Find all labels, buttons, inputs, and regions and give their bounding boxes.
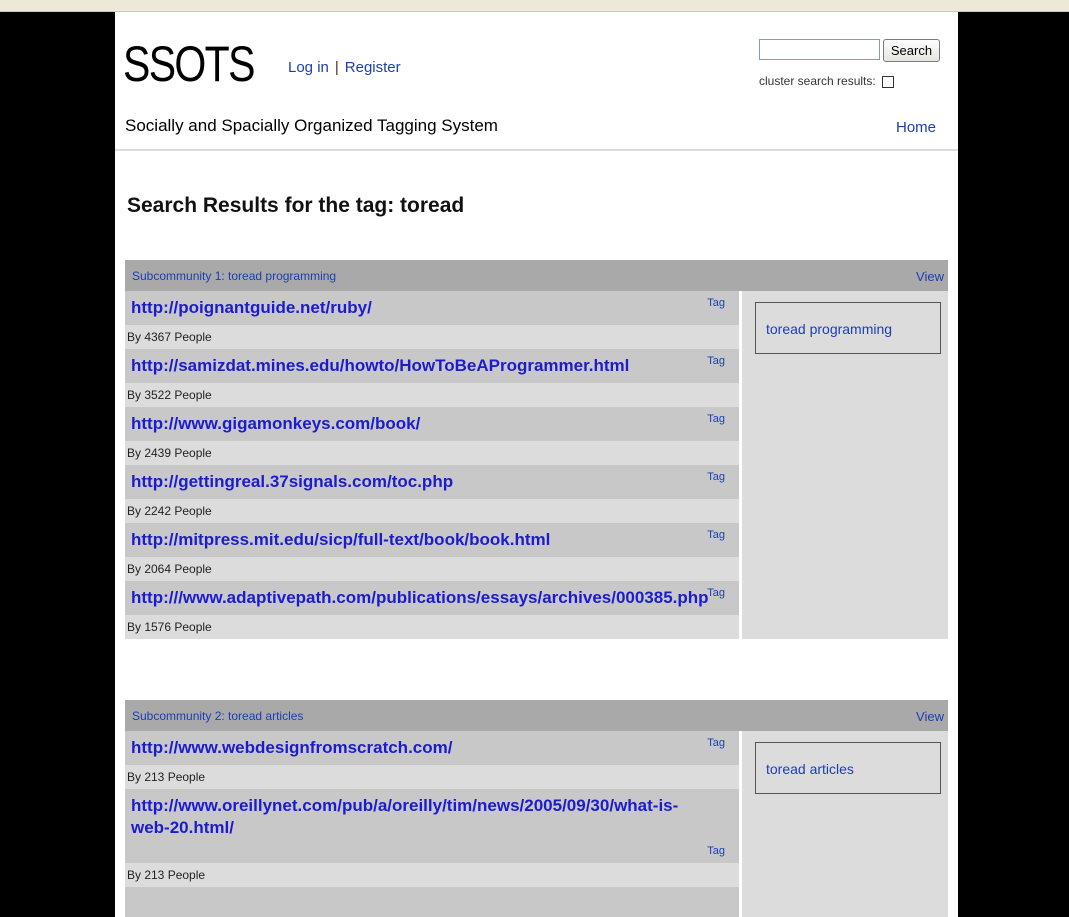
people-count: By 213 People — [125, 765, 739, 789]
result-row: http:///www.adaptivepath.com/publication… — [125, 581, 739, 615]
group-title-link[interactable]: Subcommunity 2: toread articles — [132, 709, 303, 723]
result-link[interactable]: http://www.oreillynet.com/pub/a/oreilly/… — [131, 795, 699, 857]
home-link[interactable]: Home — [896, 119, 936, 136]
result-row: http://mitpress.mit.edu/sicp/full-text/b… — [125, 523, 739, 557]
people-count: By 4367 People — [125, 325, 739, 349]
tag-link[interactable]: Tag — [707, 737, 725, 749]
site-logo[interactable]: SSOTS — [123, 34, 255, 94]
results-title: Search Results for the tag: toread — [127, 194, 465, 217]
auth-links: Log in | Register — [288, 59, 401, 76]
people-count: By 2064 People — [125, 557, 739, 581]
result-row: http://www.webdesignfromscratch.com/ Tag — [125, 731, 739, 765]
result-link[interactable]: http://gettingreal.37signals.com/toc.php — [131, 471, 453, 493]
result-link[interactable]: http:///www.adaptivepath.com/publication… — [131, 587, 709, 609]
people-count: By 2439 People — [125, 441, 739, 465]
search-button[interactable]: Search — [883, 39, 940, 62]
login-link[interactable]: Log in — [288, 59, 329, 76]
result-item: http://mitpress.mit.edu/sicp/full-text/b… — [125, 523, 739, 581]
result-list: http://www.webdesignfromscratch.com/ Tag… — [125, 731, 739, 917]
cluster-tag-box: toread articles — [755, 742, 941, 794]
result-item — [125, 887, 739, 917]
group-sidebar: toread programming — [739, 291, 948, 639]
tag-link[interactable]: Tag — [707, 587, 725, 599]
people-count: By 213 People — [125, 863, 739, 887]
tag-link[interactable]: Tag — [707, 529, 725, 541]
result-row — [125, 887, 739, 917]
browser-top-strip — [0, 0, 1069, 12]
result-row: http://www.gigamonkeys.com/book/ Tag — [125, 407, 739, 441]
people-count: By 1576 People — [125, 615, 739, 639]
group-body: http://poignantguide.net/ruby/ Tag By 43… — [125, 291, 948, 639]
tag-link[interactable]: Tag — [707, 355, 725, 367]
result-row: http://www.oreillynet.com/pub/a/oreilly/… — [125, 789, 739, 863]
register-link[interactable]: Register — [345, 59, 401, 76]
tag-link[interactable]: Tag — [707, 471, 725, 483]
page: SSOTS Log in | Register Socially and Spaci… — [115, 12, 958, 917]
result-link[interactable]: http://mitpress.mit.edu/sicp/full-text/b… — [131, 529, 550, 551]
cluster-checkbox[interactable] — [881, 75, 894, 88]
group-header: Subcommunity 2: toread articles View — [125, 700, 948, 731]
result-link[interactable]: http://samizdat.mines.edu/howto/HowToBeA… — [131, 355, 629, 377]
subcommunity-group: Subcommunity 1: toread programming View … — [125, 260, 948, 639]
result-list: http://poignantguide.net/ruby/ Tag By 43… — [125, 291, 739, 639]
group-sidebar: toread articles — [739, 731, 948, 917]
result-item: http:///www.adaptivepath.com/publication… — [125, 581, 739, 639]
group-title-link[interactable]: Subcommunity 1: toread programming — [132, 269, 336, 283]
subcommunity-group: Subcommunity 2: toread articles View htt… — [125, 700, 948, 917]
people-count: By 2242 People — [125, 499, 739, 523]
people-count: By 3522 People — [125, 383, 739, 407]
result-item: http://poignantguide.net/ruby/ Tag By 43… — [125, 291, 739, 349]
group-body: http://www.webdesignfromscratch.com/ Tag… — [125, 731, 948, 917]
result-row: http://samizdat.mines.edu/howto/HowToBeA… — [125, 349, 739, 383]
cluster-tag-link[interactable]: toread programming — [766, 321, 892, 337]
result-item: http://www.oreillynet.com/pub/a/oreilly/… — [125, 789, 739, 887]
tag-link[interactable]: Tag — [707, 297, 725, 309]
result-item: http://samizdat.mines.edu/howto/HowToBeA… — [125, 349, 739, 407]
result-item: http://www.gigamonkeys.com/book/ Tag By … — [125, 407, 739, 465]
result-row: http://poignantguide.net/ruby/ Tag — [125, 291, 739, 325]
tag-link[interactable]: Tag — [707, 413, 725, 425]
view-link[interactable]: View — [916, 709, 944, 724]
view-link[interactable]: View — [916, 269, 944, 284]
cluster-option: cluster search results: — [759, 74, 894, 88]
result-row: http://gettingreal.37signals.com/toc.php… — [125, 465, 739, 499]
result-item: http://gettingreal.37signals.com/toc.php… — [125, 465, 739, 523]
result-link[interactable]: http://poignantguide.net/ruby/ — [131, 297, 372, 319]
cluster-tag-box: toread programming — [755, 302, 941, 354]
site-subtitle: Socially and Spacially Organized Tagging… — [125, 116, 498, 135]
group-header: Subcommunity 1: toread programming View — [125, 260, 948, 291]
result-link[interactable]: http://www.gigamonkeys.com/book/ — [131, 413, 420, 435]
cluster-tag-link[interactable]: toread articles — [766, 761, 854, 777]
tag-link[interactable]: Tag — [707, 845, 725, 857]
search-input[interactable] — [759, 39, 880, 60]
auth-separator: | — [334, 59, 339, 76]
cluster-label: cluster search results: — [759, 74, 876, 88]
result-link[interactable]: http://www.webdesignfromscratch.com/ — [131, 737, 452, 759]
result-item: http://www.webdesignfromscratch.com/ Tag… — [125, 731, 739, 789]
header: SSOTS Log in | Register Socially and Spaci… — [115, 12, 958, 151]
